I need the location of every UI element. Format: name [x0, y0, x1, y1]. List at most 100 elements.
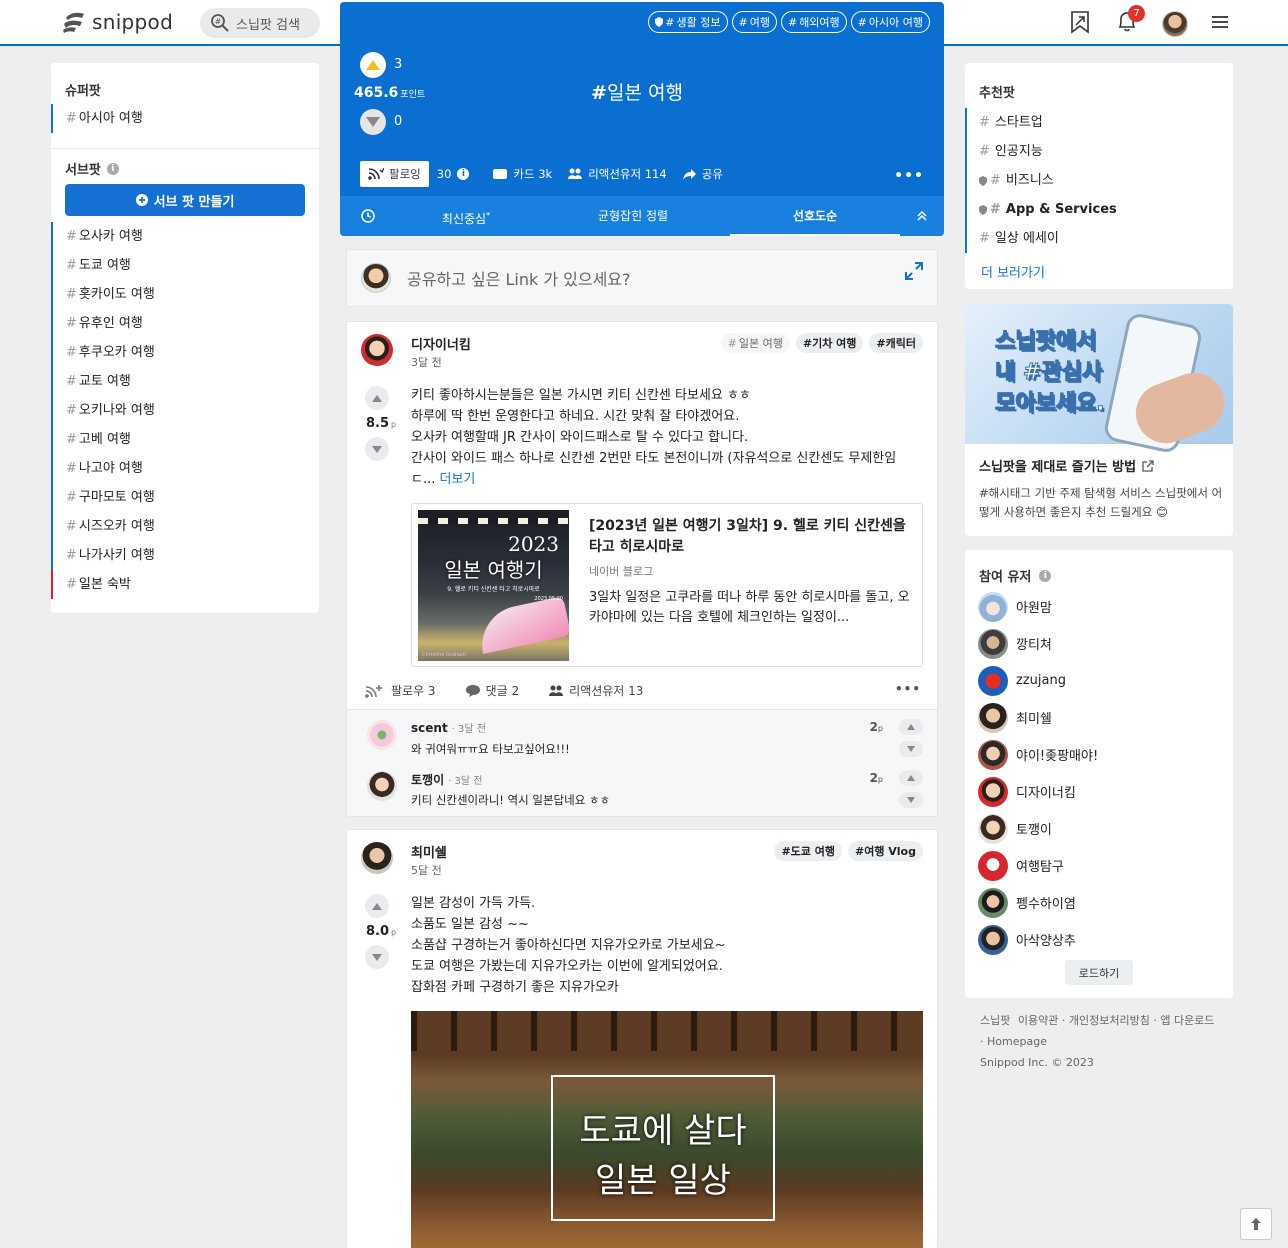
reactions-button[interactable]: 리액션유저 13	[549, 682, 643, 699]
post-tag[interactable]: # 기차 여행	[795, 333, 864, 353]
user-item[interactable]: 최미쉘	[965, 699, 1233, 736]
downvote-button[interactable]	[365, 945, 389, 969]
user-avatar	[978, 887, 1008, 918]
upvote-button[interactable]	[365, 894, 389, 918]
comment-upvote-button[interactable]	[899, 770, 923, 786]
parent-tag[interactable]: # 여행	[731, 11, 777, 33]
comment-author[interactable]: 토깽이 · 3달 전	[411, 771, 482, 788]
post-author[interactable]: 디자이너킴	[411, 334, 471, 353]
sub-pot-item[interactable]: # 교토 여행	[51, 367, 319, 396]
share-button[interactable]: 공유	[702, 166, 723, 182]
tab-preferred[interactable]: 선호도순	[730, 196, 900, 236]
sub-pot-item[interactable]: # 도쿄 여행	[51, 251, 319, 280]
tab-balanced[interactable]: 균형잡힌 정렬	[536, 196, 730, 236]
user-item[interactable]: zzujang	[965, 662, 1233, 699]
user-item[interactable]: 야이!좆팡매야!	[965, 736, 1233, 773]
collapse-icon[interactable]	[900, 211, 944, 221]
user-item[interactable]: 아원맘	[965, 588, 1233, 625]
user-item[interactable]: 토깽이	[965, 810, 1233, 847]
footer-link[interactable]: Homepage	[987, 1035, 1047, 1048]
parent-tag[interactable]: # 아시아 여행	[850, 11, 930, 33]
sub-pot-item[interactable]: # 나가사키 여행	[51, 541, 319, 570]
comment-downvote-button[interactable]	[899, 792, 923, 808]
expand-icon[interactable]	[905, 262, 923, 280]
author-avatar[interactable]	[361, 842, 393, 874]
compose-box[interactable]: 공유하고 싶은 Link 가 있으세요?	[346, 249, 938, 307]
menu-icon[interactable]	[1207, 9, 1233, 35]
follow-button[interactable]: 팔로잉	[360, 161, 429, 187]
scroll-to-top-button[interactable]	[1240, 1208, 1272, 1240]
downvote-button[interactable]	[365, 437, 389, 461]
post-body: 키티 좋아하시는분들은 일본 가시면 키티 신칸센 타보세요 ㅎㅎ 하루에 딱 …	[411, 388, 897, 487]
comment-avatar[interactable]	[367, 771, 397, 801]
sub-pot-item[interactable]: # 오사카 여행	[51, 222, 319, 251]
super-pot-item[interactable]: # 아시아 여행	[51, 104, 319, 133]
left-panel: 슈퍼팟 # 아시아 여행 서브팟 i 서브 팟 만들기 # 오사카 여행 # 도쿄 여…	[51, 63, 319, 613]
sub-pot-item[interactable]: # 구마모토 여행	[51, 483, 319, 512]
bookmark-icon[interactable]	[1067, 9, 1093, 35]
up-arrow-icon	[907, 724, 915, 730]
post-image[interactable]: 도쿄에 살다 일본 일상	[411, 1011, 923, 1248]
user-item[interactable]: 디자이너킴	[965, 773, 1233, 810]
more-icon[interactable]: •••	[895, 682, 921, 696]
promo-banner[interactable]: 스닙팟에서 내 #관심사 모아보세요. 스닙팟을 제대로 즐기는 방법 #해시태…	[965, 304, 1233, 536]
sub-pot-item[interactable]: # 고베 여행	[51, 425, 319, 454]
read-more-link[interactable]: 더보기	[440, 472, 476, 487]
footer-link[interactable]: 이용약관	[1018, 1014, 1058, 1027]
footer-link[interactable]: 개인정보처리방침	[1069, 1014, 1150, 1027]
post-author[interactable]: 최미쉘	[411, 842, 447, 861]
recommended-item[interactable]: # App & Services	[965, 195, 1233, 224]
sub-pot-item[interactable]: # 홋카이도 여행	[51, 280, 319, 309]
load-more-button[interactable]: 로드하기	[1065, 960, 1133, 985]
info-icon[interactable]: i	[457, 168, 470, 180]
info-icon[interactable]: i	[1039, 569, 1052, 582]
sub-pot-item[interactable]: # 시즈오카 여행	[51, 512, 319, 541]
user-item[interactable]: 아삭양상추	[965, 921, 1233, 958]
compose-avatar	[361, 263, 391, 293]
comment-downvote-button[interactable]	[899, 741, 923, 757]
more-icon[interactable]: •••	[894, 168, 924, 184]
downvote-button[interactable]	[360, 109, 386, 135]
upvote-button[interactable]	[365, 386, 389, 410]
link-preview-card[interactable]: 2023 일본 여행기 9. 헬로 키티 신칸센 타고 히로시마로 2023.0…	[411, 503, 923, 667]
sub-pot-item[interactable]: # 일본 숙박	[51, 570, 319, 599]
reaction-users-count[interactable]: 리액션유저 114	[588, 166, 667, 182]
comment-avatar[interactable]	[367, 720, 397, 750]
post-tag[interactable]: # 여행 Vlog	[847, 841, 923, 861]
footer-link[interactable]: 스닙팟	[980, 1014, 1010, 1027]
recommended-item[interactable]: # 스타트업	[965, 108, 1233, 137]
logo[interactable]: snippod	[62, 10, 173, 34]
user-item[interactable]: 펭수하이염	[965, 884, 1233, 921]
user-item[interactable]: 여행탐구	[965, 847, 1233, 884]
footer-link[interactable]: 앱 다운로드	[1160, 1014, 1214, 1027]
user-item[interactable]: 깡티쳐	[965, 625, 1233, 662]
sub-pot-item[interactable]: # 유후인 여행	[51, 309, 319, 338]
see-more-link[interactable]: 더 보러가기	[981, 262, 1045, 281]
sub-pot-item[interactable]: # 오키나와 여행	[51, 396, 319, 425]
comments-button[interactable]: 댓글 2	[465, 682, 519, 699]
follow-button[interactable]: 팔로우 3	[365, 682, 436, 699]
post-tag[interactable]: # 일본 여행	[720, 333, 790, 353]
author-avatar[interactable]	[361, 334, 393, 366]
comment-author[interactable]: scent · 3달 전	[411, 720, 486, 735]
tab-latest[interactable]: 최신중심*	[396, 196, 536, 236]
up-arrow-icon	[366, 60, 380, 70]
pot-actions: 팔로잉 30 i 카드 3k 리액션유저 114 공유	[360, 161, 723, 187]
search-box[interactable]: # 스닙팟 검색	[200, 8, 320, 38]
recommended-item[interactable]: # 일상 에세이	[965, 224, 1233, 253]
sub-pot-item[interactable]: # 나고야 여행	[51, 454, 319, 483]
make-sub-pot-button[interactable]: 서브 팟 만들기	[65, 184, 305, 216]
recommended-item[interactable]: # 비즈니스	[965, 166, 1233, 195]
comment-upvote-button[interactable]	[899, 719, 923, 735]
parent-tag[interactable]: # 해외여행	[780, 11, 847, 33]
user-avatar[interactable]	[1162, 11, 1188, 37]
parent-tag[interactable]: # 생활 정보	[648, 11, 728, 33]
sub-pot-item[interactable]: # 후쿠오카 여행	[51, 338, 319, 367]
post-tag[interactable]: # 도쿄 여행	[774, 841, 842, 861]
post-tag[interactable]: # 캐릭터	[869, 333, 923, 353]
post-score: 8.5 p	[366, 416, 397, 431]
info-icon[interactable]: i	[106, 162, 119, 175]
recommended-item[interactable]: # 인공지능	[965, 137, 1233, 166]
clock-icon[interactable]	[340, 209, 396, 223]
upvote-button[interactable]	[360, 52, 386, 78]
